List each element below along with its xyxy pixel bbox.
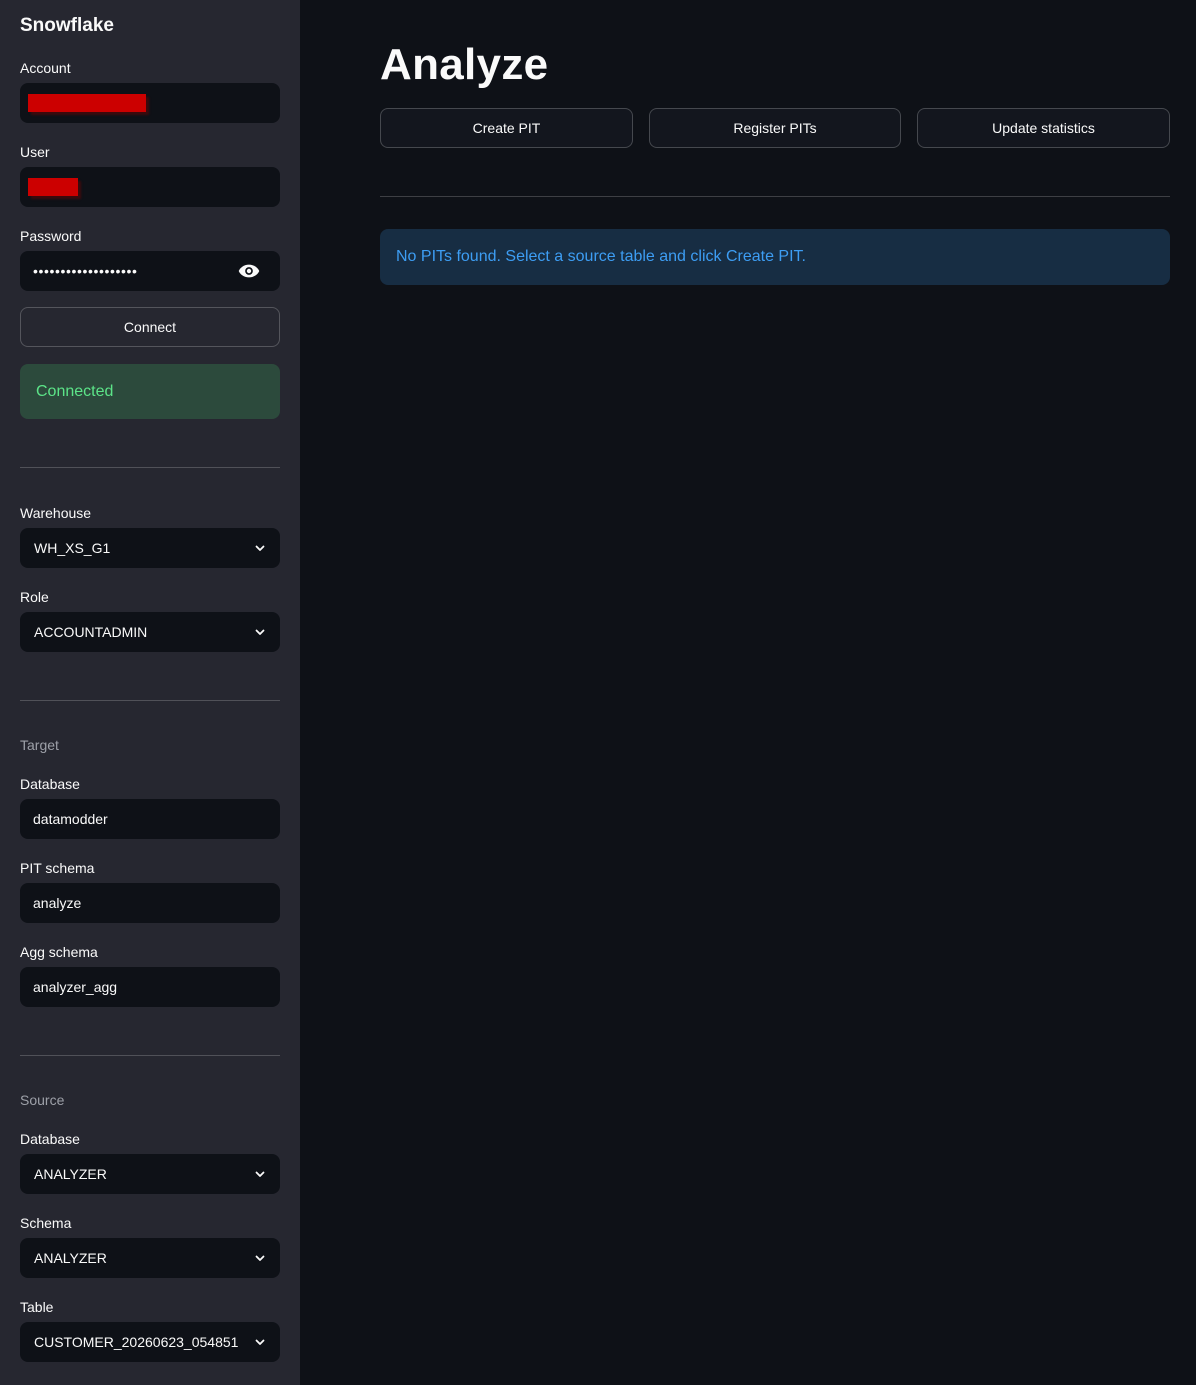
warehouse-select[interactable]: WH_XS_G1 [20, 528, 280, 568]
pit-schema-label: PIT schema [20, 860, 95, 876]
target-section-label: Target [20, 737, 59, 753]
chevron-down-icon [255, 1339, 265, 1345]
pit-schema-input[interactable]: analyze [20, 883, 280, 923]
source-table-label: Table [20, 1299, 54, 1315]
redaction-mark [28, 94, 146, 112]
role-value: ACCOUNTADMIN [34, 624, 148, 640]
divider [20, 1055, 280, 1056]
agg-schema-input[interactable]: analyzer_agg [20, 967, 280, 1007]
password-label: Password [20, 228, 82, 244]
source-schema-label: Schema [20, 1215, 72, 1231]
account-input[interactable] [20, 83, 280, 123]
source-schema-select[interactable]: ANALYZER [20, 1238, 280, 1278]
chevron-down-icon [255, 545, 265, 551]
source-database-label: Database [20, 1131, 80, 1147]
user-input[interactable] [20, 167, 280, 207]
divider [20, 467, 280, 468]
connection-status-alert: Connected [20, 364, 280, 419]
agg-schema-label: Agg schema [20, 944, 98, 960]
info-alert: No PITs found. Select a source table and… [380, 229, 1170, 285]
target-database-value: datamodder [33, 811, 108, 827]
divider [20, 700, 280, 701]
warehouse-value: WH_XS_G1 [34, 540, 111, 556]
chevron-down-icon [255, 1171, 265, 1177]
sidebar: Snowflake Account User Password ••••••••… [0, 0, 300, 1385]
role-select[interactable]: ACCOUNTADMIN [20, 612, 280, 652]
create-pit-button[interactable]: Create PIT [380, 108, 633, 148]
eye-icon[interactable] [238, 263, 260, 279]
source-schema-value: ANALYZER [34, 1250, 107, 1266]
account-label: Account [20, 60, 71, 76]
source-table-value: CUSTOMER_20260623_054851 [34, 1334, 239, 1350]
sidebar-title: Snowflake [20, 15, 114, 36]
connect-button[interactable]: Connect [20, 307, 280, 347]
user-label: User [20, 144, 50, 160]
redaction-mark [28, 178, 78, 196]
chevron-down-icon [255, 629, 265, 635]
register-pits-button[interactable]: Register PITs [649, 108, 901, 148]
update-statistics-button[interactable]: Update statistics [917, 108, 1170, 148]
agg-schema-value: analyzer_agg [33, 979, 118, 995]
source-section-label: Source [20, 1092, 65, 1108]
divider [380, 196, 1170, 197]
password-input[interactable]: ••••••••••••••••••• [20, 251, 280, 291]
role-label: Role [20, 589, 49, 605]
source-table-select[interactable]: CUSTOMER_20260623_054851 [20, 1322, 280, 1362]
pit-schema-value: analyze [33, 895, 82, 911]
source-database-value: ANALYZER [34, 1166, 107, 1182]
source-database-select[interactable]: ANALYZER [20, 1154, 280, 1194]
warehouse-label: Warehouse [20, 505, 92, 521]
password-value: ••••••••••••••••••• [33, 263, 138, 279]
chevron-down-icon [255, 1255, 265, 1261]
page-title: Analyze [380, 40, 549, 89]
target-database-label: Database [20, 776, 80, 792]
target-database-input[interactable]: datamodder [20, 799, 280, 839]
